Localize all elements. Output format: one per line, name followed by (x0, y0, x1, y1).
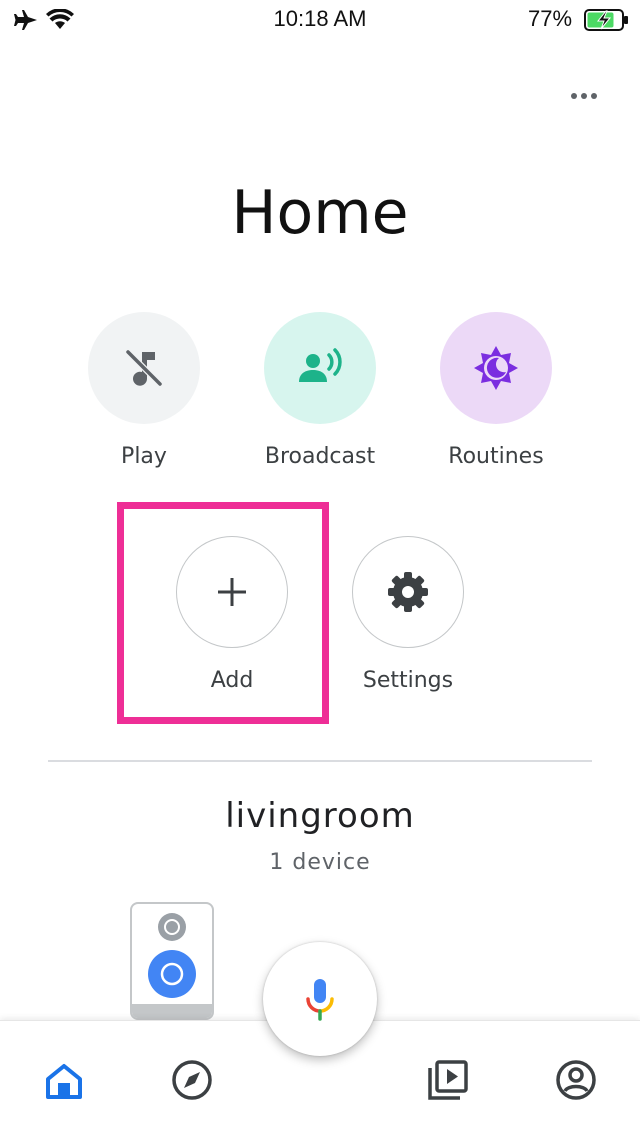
routines-icon (474, 346, 518, 390)
more-horizontal-icon (571, 93, 577, 99)
add-button[interactable] (176, 536, 288, 648)
add-label: Add (210, 668, 254, 693)
device-card[interactable] (130, 902, 214, 1020)
account-icon[interactable] (555, 1059, 597, 1101)
media-icon[interactable] (427, 1059, 469, 1101)
play-label: Play (121, 444, 167, 469)
page-title: Home (231, 178, 409, 248)
settings-label: Settings (362, 668, 454, 693)
speaker-icon (132, 913, 212, 1018)
music-off-icon (125, 349, 163, 387)
status-bar: 10:18 AM 77% (0, 0, 640, 40)
more-options-button[interactable] (560, 84, 608, 108)
gear-icon (388, 572, 428, 612)
broadcast-button[interactable] (264, 312, 376, 424)
mic-icon (306, 979, 334, 1021)
room-name: livingroom (225, 796, 415, 836)
play-button[interactable] (88, 312, 200, 424)
divider (48, 760, 592, 762)
room-device-count: 1 device (269, 850, 371, 875)
battery-percent: 77% (528, 6, 573, 31)
settings-button[interactable] (352, 536, 464, 648)
routines-action[interactable] (440, 312, 552, 424)
home-icon[interactable] (44, 1061, 84, 1101)
broadcast-icon (299, 348, 342, 382)
plus-icon (218, 578, 246, 606)
routines-button[interactable] (440, 312, 552, 424)
broadcast-action[interactable] (264, 312, 376, 424)
play-action[interactable] (88, 312, 200, 424)
mic-button[interactable] (263, 942, 377, 1056)
broadcast-label: Broadcast (264, 444, 376, 469)
battery-charging-icon (584, 9, 628, 31)
explore-icon[interactable] (171, 1059, 213, 1101)
routines-label: Routines (448, 444, 544, 469)
